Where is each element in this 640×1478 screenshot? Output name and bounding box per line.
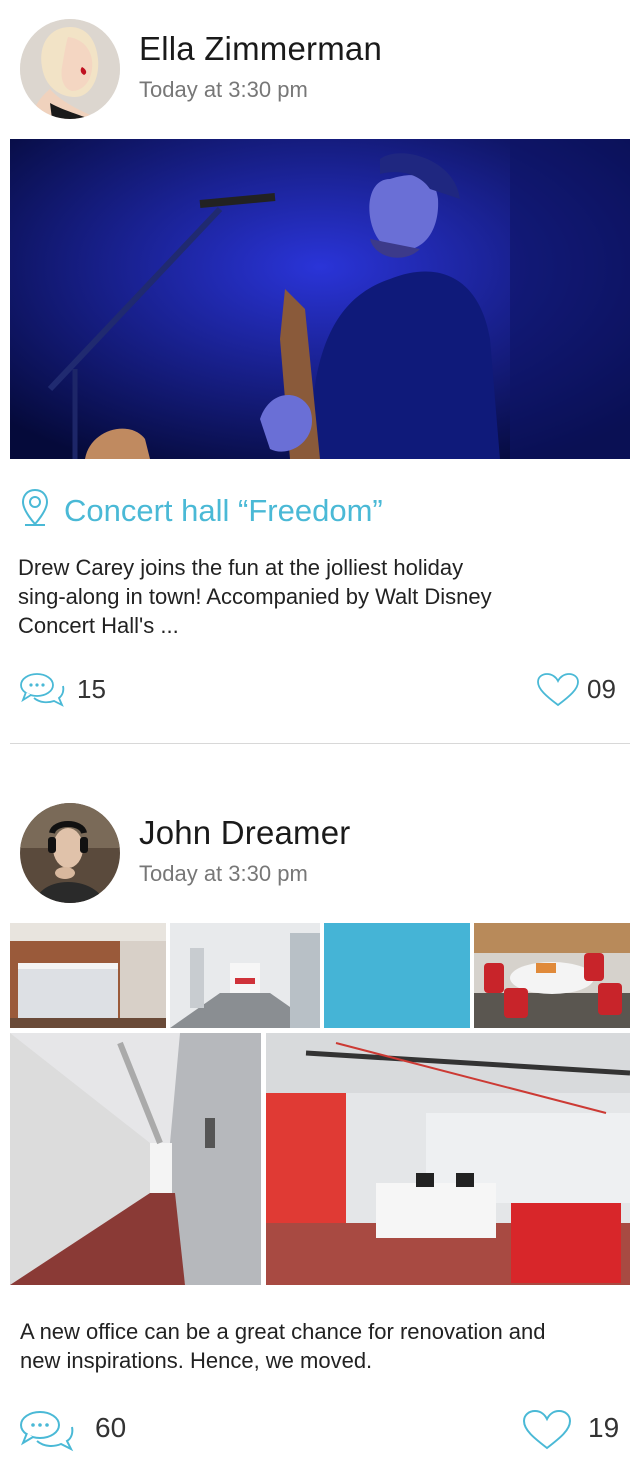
comments-button[interactable]: 15 — [20, 670, 130, 710]
author-name[interactable]: Ella Zimmerman — [139, 30, 382, 68]
post-text: A new office can be a great chance for r… — [20, 1317, 630, 1375]
post-time: Today at 3:30 pm — [139, 861, 308, 886]
avatar-john[interactable] — [20, 803, 120, 903]
post-text-line: new inspirations. Hence, we moved. — [20, 1348, 373, 1373]
post-text-line: sing-along in town! Accompanied by Walt … — [18, 584, 492, 609]
comments-button[interactable]: 60 — [20, 1408, 140, 1452]
heart-icon — [522, 1409, 572, 1450]
post-text-line: Drew Carey joins the fun at the jolliest… — [18, 555, 464, 580]
comments-count: 15 — [77, 674, 106, 704]
office-photo-corridor[interactable] — [170, 923, 320, 1028]
office-photo-meeting-room[interactable] — [474, 923, 630, 1028]
office-photo-workspace[interactable] — [266, 1033, 630, 1285]
office-photo-hallway[interactable] — [10, 1033, 261, 1285]
post-text-line: Concert Hall's ... — [18, 613, 179, 638]
office-photo-reception[interactable] — [10, 923, 166, 1028]
like-button[interactable]: 09 — [536, 670, 626, 710]
post-time: Today at 3:30 pm — [139, 77, 308, 102]
comments-count: 60 — [95, 1412, 127, 1443]
location-pin-icon — [21, 488, 49, 528]
color-tile[interactable] — [324, 923, 470, 1028]
post-divider — [10, 743, 630, 744]
avatar-ella[interactable] — [20, 19, 120, 119]
post-text: Drew Carey joins the fun at the jolliest… — [18, 553, 618, 640]
likes-count: 09 — [587, 674, 616, 704]
post-text-line: A new office can be a great chance for r… — [20, 1319, 546, 1344]
location-link[interactable]: Concert hall “Freedom” — [64, 493, 383, 529]
concert-photo[interactable] — [10, 139, 630, 459]
heart-icon — [537, 673, 579, 707]
like-button[interactable]: 19 — [522, 1408, 628, 1452]
author-name[interactable]: John Dreamer — [139, 814, 351, 852]
speech-bubbles-icon — [20, 1411, 74, 1452]
speech-bubbles-icon — [20, 673, 65, 707]
likes-count: 19 — [588, 1412, 620, 1443]
